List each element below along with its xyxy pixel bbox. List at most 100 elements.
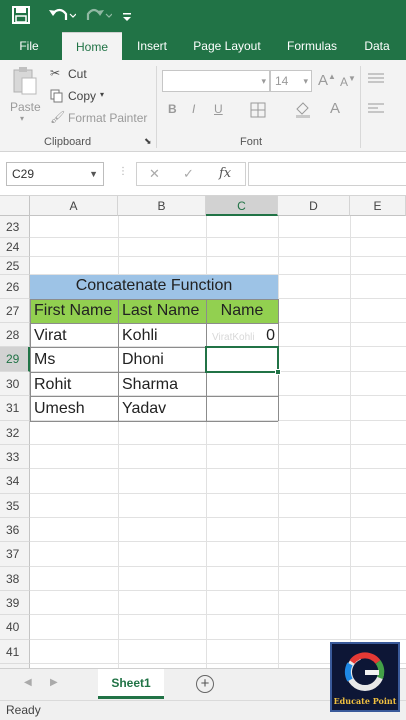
row-header-37[interactable]: 37 [0,542,30,567]
row-header-26[interactable]: 26 [0,275,30,299]
chevron-down-icon: ▾ [303,76,308,86]
tab-insert[interactable]: Insert [126,32,178,60]
row-header-35[interactable]: 35 [0,494,30,518]
dialog-launcher-icon[interactable]: ⬊ [144,136,152,147]
cell-b29[interactable]: Dhoni [118,351,206,369]
select-all-corner[interactable] [0,196,30,216]
header-name[interactable]: Name [206,302,278,320]
cell-a30[interactable]: Rohit [30,376,118,394]
underline-button[interactable]: U [214,102,223,116]
cell-a31[interactable]: Umesh [30,400,118,418]
scroll-right-icon[interactable]: ▶ [50,677,58,688]
cell-b30[interactable]: Sharma [118,376,206,394]
row-header-29[interactable]: 29 [0,347,30,372]
table-title[interactable]: Concatenate Function [30,277,278,295]
cell-b28[interactable]: Kohli [118,327,206,345]
row-header-40[interactable]: 40 [0,615,30,640]
row-header-31[interactable]: 31 [0,396,30,421]
name-box[interactable]: C29 ▼ [6,162,104,186]
logo-text: Educate Point [333,696,397,706]
formula-bar: C29 ▼ ⋮ ✕ ✓ fx [0,152,406,196]
group-divider [156,66,157,148]
gridline [278,216,279,668]
cell-c28[interactable]: 0 [206,327,278,345]
format-painter-label: Format Painter [68,111,148,125]
chevron-down-icon: ▾ [20,114,25,123]
chevron-down-icon: ▾ [261,76,266,86]
row-header-41[interactable]: 41 [0,640,30,664]
font-group-label: Font [240,136,263,148]
align-top-icon[interactable] [368,72,384,91]
row-header-36[interactable]: 36 [0,518,30,542]
formula-buttons: ✕ ✓ fx [136,162,246,186]
tab-page-layout[interactable]: Page Layout [186,32,268,60]
column-header-c[interactable]: C [206,196,278,216]
table-border [30,421,278,422]
tab-home[interactable]: Home [62,32,122,60]
cut-button[interactable]: ✂ Cut [50,64,140,84]
active-cell-selection[interactable] [205,346,279,373]
cancel-button[interactable]: ✕ [149,163,160,185]
educate-point-logo: Educate Point [330,642,400,712]
worksheet-grid[interactable]: A B C D E 23 24 25 26 27 28 29 30 31 32 33 34 35 36 37… [0,196,406,668]
scroll-left-icon[interactable]: ◀ [24,677,32,688]
paste-button[interactable]: Paste ▾ [6,64,44,124]
font-size-box[interactable]: 14 ▾ [270,70,312,92]
cell-a29[interactable]: Ms [30,351,118,369]
save-icon[interactable] [12,6,30,26]
row-header-34[interactable]: 34 [0,469,30,494]
tab-file[interactable]: File [8,32,50,60]
row-header-32[interactable]: 32 [0,421,30,445]
table-border [30,299,278,300]
table-border [30,396,278,397]
customize-qat-icon[interactable] [122,6,132,26]
bold-button[interactable]: B [168,102,177,116]
align-left-icon[interactable] [368,102,384,121]
formula-bar-grip-icon: ⋮ [118,166,128,177]
sheet-tab-sheet1[interactable]: Sheet1 [98,669,164,699]
row-header-38[interactable]: 38 [0,567,30,591]
formula-input[interactable] [248,162,406,186]
redo-icon[interactable] [84,6,113,26]
row-header-25[interactable]: 25 [0,257,30,275]
copy-button[interactable]: Copy ▾ [50,86,140,106]
header-first-name[interactable]: First Name [30,302,118,320]
tab-formulas[interactable]: Formulas [278,32,346,60]
cell-a28[interactable]: Virat [30,327,118,345]
add-sheet-button[interactable]: + [196,675,214,693]
column-header-b[interactable]: B [118,196,206,216]
row-header-24[interactable]: 24 [0,238,30,257]
row-header-27[interactable]: 27 [0,299,30,323]
table-border [30,299,31,421]
table-border [30,323,278,324]
italic-button[interactable]: I [192,102,195,116]
fill-color-icon[interactable] [294,100,312,123]
font-color-icon[interactable]: A [330,100,340,117]
row-header-30[interactable]: 30 [0,372,30,396]
grow-font-icon[interactable]: A▲ [318,72,336,89]
chevron-down-icon: ▾ [100,90,105,99]
column-header-a[interactable]: A [30,196,118,216]
row-header-23[interactable]: 23 [0,216,30,238]
scissors-icon: ✂ [50,66,61,80]
paste-icon [12,66,38,101]
header-last-name[interactable]: Last Name [118,302,206,320]
row-header-28[interactable]: 28 [0,323,30,347]
table-border [118,299,119,421]
fill-handle[interactable] [275,369,281,375]
group-divider [360,66,361,148]
column-header-d[interactable]: D [278,196,350,216]
font-name-box[interactable]: ▾ [162,70,270,92]
row-header-33[interactable]: 33 [0,445,30,469]
enter-button[interactable]: ✓ [183,163,194,185]
column-header-e[interactable]: E [350,196,406,216]
format-painter-button[interactable]: 🖌 Format Painter [50,108,150,128]
cell-b31[interactable]: Yadav [118,400,206,418]
borders-icon[interactable] [250,102,266,123]
insert-function-button[interactable]: fx [219,163,231,185]
row-header-39[interactable]: 39 [0,591,30,615]
shrink-font-icon[interactable]: A▼ [340,74,356,89]
copy-label: Copy [68,89,97,103]
tab-data[interactable]: Data [356,32,398,60]
undo-icon[interactable] [48,6,77,26]
